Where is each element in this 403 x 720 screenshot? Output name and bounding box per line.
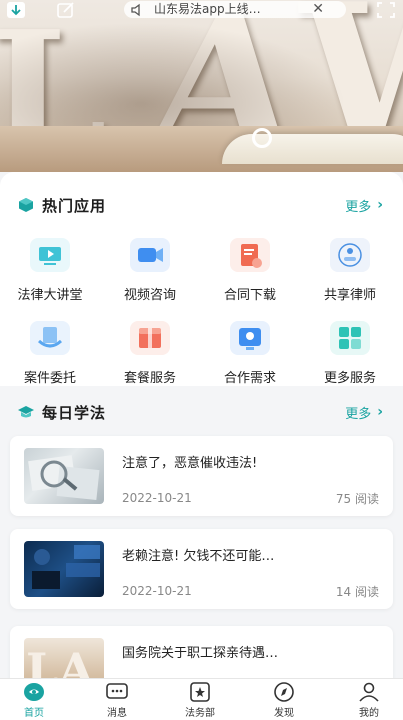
app-label: 视频咨询	[123, 288, 176, 303]
banner-book	[222, 128, 403, 164]
app-contract-download[interactable]: 合同下载	[200, 238, 300, 303]
scan-icon[interactable]	[376, 1, 396, 19]
app-more-services[interactable]: 更多服务	[300, 321, 400, 386]
shared-lawyer-icon	[330, 238, 370, 272]
article-title: 老赖注意! 欠钱不还可能…	[122, 549, 275, 564]
tab-label: 首页	[24, 708, 44, 719]
article-thumbnail	[24, 541, 104, 597]
package-service-icon	[130, 321, 170, 355]
notice-bar[interactable]: 山东易法app上线… ✕	[124, 1, 346, 18]
contract-download-icon	[230, 238, 270, 272]
app-case-entrust[interactable]: 案件委托	[0, 321, 100, 386]
download-icon[interactable]	[6, 1, 26, 19]
article-date: 2022-10-21	[122, 491, 192, 505]
tab-messages[interactable]: 消息	[87, 682, 147, 719]
daily-learning-title: 每日学法	[42, 403, 107, 422]
app-label: 套餐服务	[123, 371, 176, 386]
case-entrust-icon	[30, 321, 70, 355]
app-label: 合同下载	[223, 288, 276, 303]
app-law-lecture[interactable]: 法律大讲堂	[0, 238, 100, 303]
tab-label: 我的	[359, 708, 379, 719]
profile-icon	[358, 682, 380, 702]
more-label: 更多	[345, 199, 372, 215]
article-card[interactable]: 老赖注意! 欠钱不还可能… 2022-10-21 14 阅读	[10, 529, 393, 609]
app-video-consult[interactable]: 视频咨询	[100, 238, 200, 303]
video-lecture-icon	[30, 238, 70, 272]
article-date: 2022-10-21	[122, 584, 192, 598]
article-title: 注意了，恶意催收违法!	[122, 456, 258, 471]
app-label: 更多服务	[323, 371, 376, 386]
article-thumbnail	[24, 448, 104, 504]
speaker-icon	[131, 3, 140, 16]
graduation-cap-icon	[18, 406, 34, 418]
video-camera-icon	[130, 238, 170, 272]
app-label: 合作需求	[223, 371, 276, 386]
tab-discover[interactable]: 发现	[254, 682, 314, 719]
close-icon[interactable]: ✕	[312, 1, 324, 18]
legal-dept-icon	[189, 682, 211, 702]
article-title: 国务院关于职工探亲待遇…	[122, 646, 279, 661]
cooperation-icon	[230, 321, 270, 355]
discover-icon	[273, 682, 295, 702]
hero-banner[interactable]: L A W 山东易法app上线… ✕	[0, 0, 403, 172]
hot-apps-more-link[interactable]: 更多 ›	[345, 194, 383, 216]
article-reads: 14 阅读	[335, 585, 379, 599]
app-cooperation[interactable]: 合作需求	[200, 321, 300, 386]
tab-label: 消息	[107, 708, 127, 719]
cube-icon	[19, 198, 33, 212]
app-label: 案件委托	[23, 371, 76, 386]
more-label: 更多	[345, 406, 372, 422]
daily-learning-header: 每日学法	[18, 401, 106, 423]
tab-legal-dept[interactable]: 法务部	[170, 682, 230, 719]
daily-learning-section: 每日学法 更多 › 注意了，恶意催收违法! 2022-10-21 75 阅读 老…	[0, 386, 403, 696]
chevron-right-icon: ›	[377, 404, 383, 420]
top-bar: 山东易法app上线… ✕	[0, 0, 403, 22]
tab-profile[interactable]: 我的	[339, 682, 399, 719]
tab-home[interactable]: 首页	[4, 682, 64, 719]
notice-text: 山东易法app上线…	[154, 2, 261, 16]
hot-apps-title: 热门应用	[42, 196, 107, 215]
app-label: 共享律师	[323, 288, 376, 303]
edit-icon[interactable]	[56, 1, 76, 19]
bottom-tab-bar: 首页 消息 法务部 发现 我的	[0, 678, 403, 720]
home-icon	[23, 682, 45, 702]
tab-label: 发现	[274, 708, 294, 719]
app-package-service[interactable]: 套餐服务	[100, 321, 200, 386]
daily-learning-more-link[interactable]: 更多 ›	[345, 401, 383, 423]
hot-apps-panel: 热门应用 更多 › 法律大讲堂 视频咨询 合同下载 共享律师 案件委托 套餐服务…	[0, 172, 403, 386]
article-card[interactable]: 注意了，恶意催收违法! 2022-10-21 75 阅读	[10, 436, 393, 516]
app-shared-lawyer[interactable]: 共享律师	[300, 238, 400, 303]
app-label: 法律大讲堂	[17, 288, 83, 303]
hot-apps-header: 热门应用	[18, 194, 106, 216]
more-services-icon	[330, 321, 370, 355]
chevron-right-icon: ›	[377, 197, 383, 213]
message-icon	[106, 682, 128, 702]
tab-label: 法务部	[185, 708, 215, 719]
article-reads: 75 阅读	[335, 492, 379, 506]
